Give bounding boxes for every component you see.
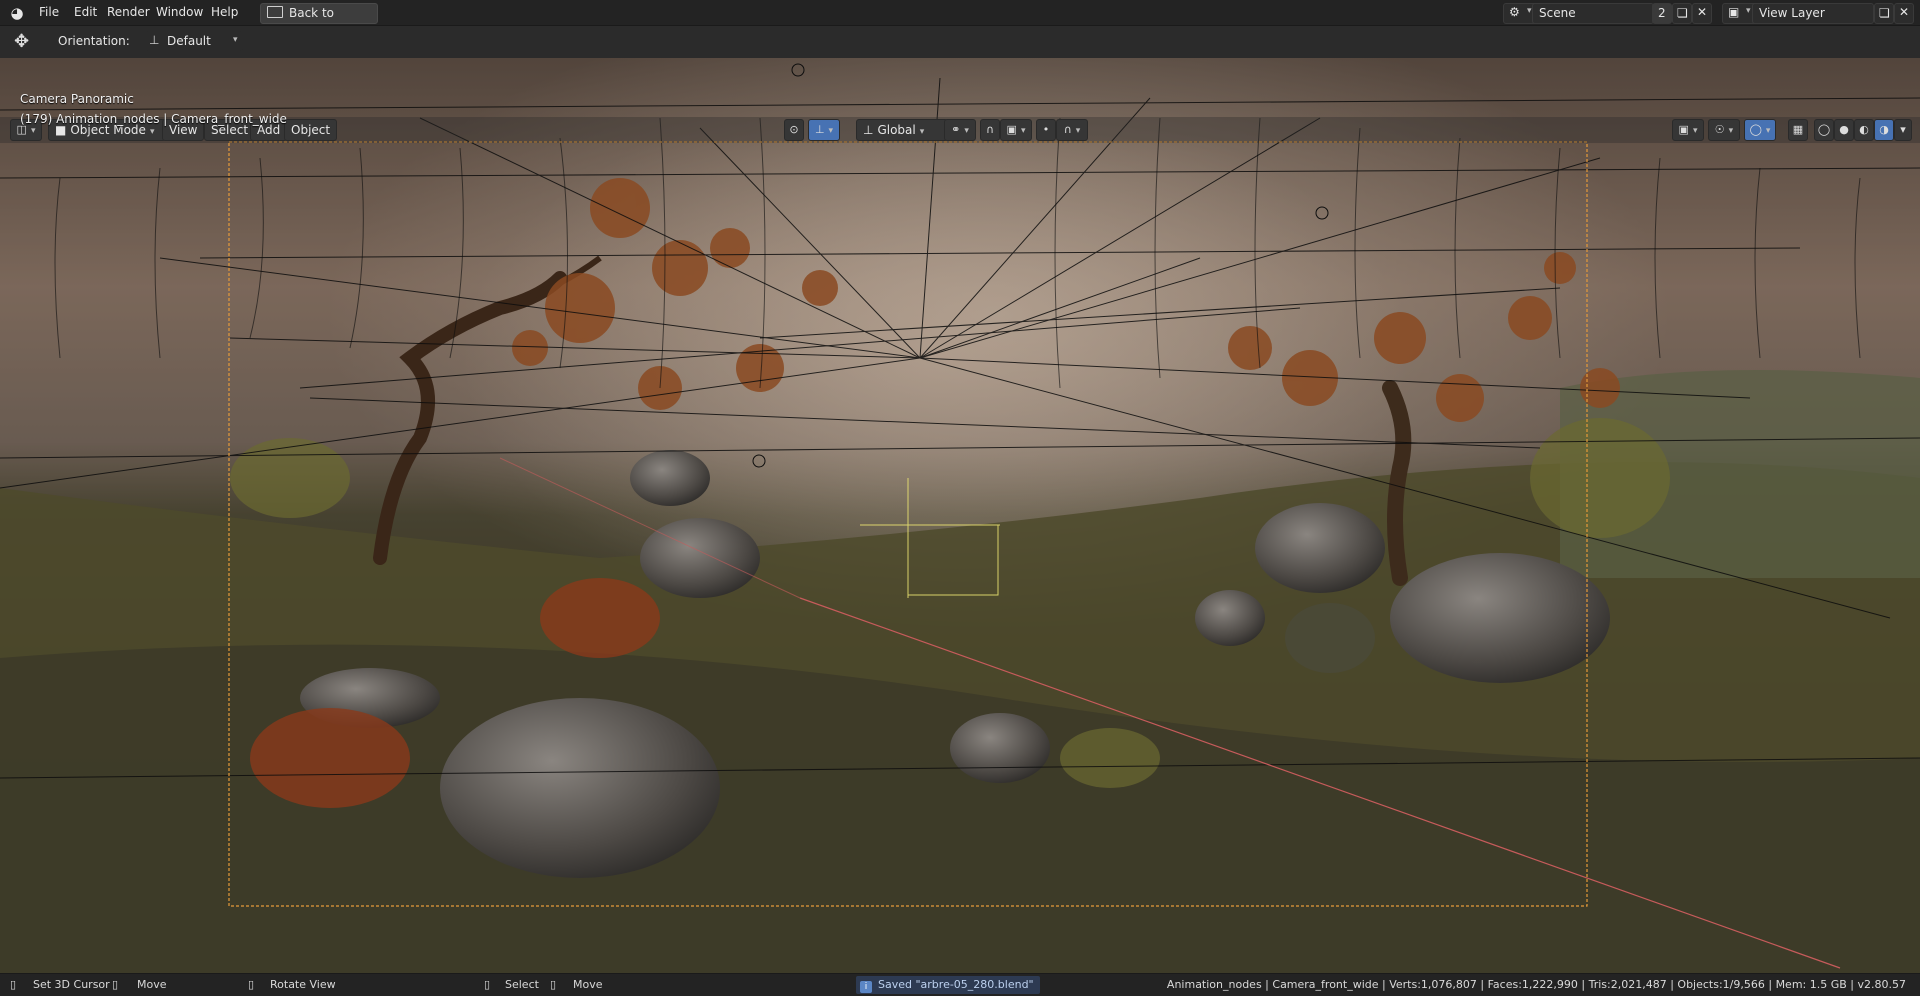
new-view-layer-icon[interactable]: ❏: [1874, 3, 1894, 24]
3d-viewport[interactable]: ◫ ▾ ■ Object Mode ▾ View Select Add Object …: [0, 58, 1920, 973]
viewport-scene: [0, 58, 1920, 973]
status-select: Select: [505, 978, 539, 991]
status-move-2: Move: [573, 978, 603, 991]
shading-options-chevron-icon[interactable]: ▾: [1894, 119, 1912, 141]
chevron-down-icon: ▾: [233, 35, 238, 45]
snap-target-icon[interactable]: ▣ ▾: [1000, 119, 1032, 141]
snap-icon[interactable]: ⚭ ▾: [944, 119, 976, 141]
menu-help[interactable]: Help: [205, 0, 244, 25]
falloff-icon[interactable]: ∩ ▾: [1056, 119, 1088, 141]
overlays-icon[interactable]: ◯ ▾: [1744, 119, 1776, 141]
proportional-edit-icon[interactable]: •: [1036, 119, 1056, 141]
chevron-down-icon: ▾: [1527, 6, 1532, 16]
view-layer-icon: ▣: [1728, 5, 1740, 19]
wireframe-shading-icon[interactable]: ◯: [1814, 119, 1834, 141]
delete-scene-icon[interactable]: ✕: [1692, 3, 1712, 24]
rendered-shading-icon[interactable]: ◑: [1874, 119, 1894, 141]
info-icon: i: [860, 981, 872, 993]
object-info-label: (179) Animation_nodes | Camera_front_wid…: [20, 112, 287, 126]
save-report[interactable]: i Saved "arbre-05_280.blend": [856, 976, 1040, 994]
orientation-dropdown[interactable]: ⊥ Default ▾: [145, 31, 243, 51]
menu-window[interactable]: Window: [150, 0, 209, 25]
scene-icon: ⚙: [1509, 5, 1520, 19]
transform-orientation-dropdown[interactable]: ⊥ Global ▾: [856, 119, 948, 141]
status-rotate-view: Rotate View: [270, 978, 336, 991]
orientation-label: Orientation:: [58, 34, 130, 48]
orientation-icon: ⊥: [149, 33, 160, 47]
xray-icon[interactable]: ▦: [1788, 119, 1808, 141]
mouse-middle-icon: ▯: [112, 978, 119, 991]
menu-edit[interactable]: Edit: [68, 0, 103, 25]
view-layer-name-field[interactable]: View Layer: [1752, 3, 1874, 24]
mouse-left-icon: ▯: [10, 978, 17, 991]
mouse-right-icon: ▯: [248, 978, 255, 991]
move-tool-icon[interactable]: ✥: [14, 32, 34, 52]
pivot-point-icon[interactable]: ⊙: [784, 119, 804, 141]
magnet-icon[interactable]: ∩: [980, 119, 1000, 141]
back-to-previous-button[interactable]: Back to Previous: [260, 3, 378, 39]
delete-view-layer-icon[interactable]: ✕: [1894, 3, 1914, 24]
transform-pivot-icon[interactable]: ⊥ ▾: [808, 119, 840, 141]
mouse-left-icon: ▯: [484, 978, 491, 991]
material-shading-icon[interactable]: ◐: [1854, 119, 1874, 141]
visibility-icon[interactable]: ▣ ▾: [1672, 119, 1704, 141]
blender-logo-icon[interactable]: ◕: [8, 4, 26, 22]
top-menu-bar: ◕ File Edit Render Window Help Back to P…: [0, 0, 1920, 39]
viewport-header: ◫ ▾ ■ Object Mode ▾ View Select Add Object …: [0, 117, 1920, 143]
scene-statistics: Animation_nodes | Camera_front_wide | Ve…: [1166, 978, 1906, 991]
menu-object[interactable]: Object: [284, 119, 338, 141]
camera-label: Camera Panoramic: [20, 92, 134, 106]
scene-name-field[interactable]: Scene: [1532, 3, 1654, 24]
screen-back-icon: [267, 6, 283, 18]
status-move: Move: [137, 978, 167, 991]
new-scene-icon[interactable]: ❏: [1672, 3, 1692, 24]
gizmo-icon[interactable]: ☉ ▾: [1708, 119, 1740, 141]
orientation-global-icon: ⊥: [863, 123, 874, 137]
solid-shading-icon[interactable]: ●: [1834, 119, 1854, 141]
mouse-drag-icon: ▯: [550, 978, 557, 991]
scene-users-count: 2: [1652, 3, 1672, 24]
tool-settings-header: ✥ Orientation: ⊥ Default ▾: [0, 26, 1920, 59]
status-set-cursor: Set 3D Cursor: [33, 978, 110, 991]
status-bar: ▯ Set 3D Cursor ▯ Move ▯ Rotate View ▯ S…: [0, 973, 1920, 996]
menu-file[interactable]: File: [33, 0, 65, 25]
menu-render[interactable]: Render: [101, 0, 156, 25]
